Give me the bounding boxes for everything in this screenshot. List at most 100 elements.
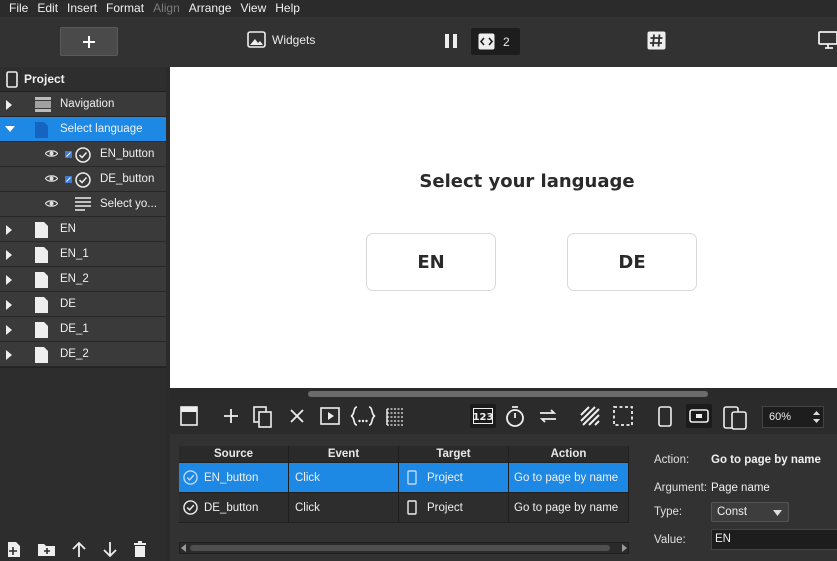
events-horizontal-scrollbar[interactable] [179,542,629,554]
tree-item-en[interactable]: EN [0,217,166,242]
event-source-label: DE_button [204,501,259,514]
canvas-de-button[interactable]: DE [567,233,697,291]
column-header-event[interactable]: Event [289,446,399,462]
tree-item-label: EN_button [100,148,155,160]
argument-value: Page name [711,482,770,494]
button-check-icon [183,500,198,515]
play-box-icon[interactable] [320,406,340,426]
tree-item-de[interactable]: DE [0,292,166,317]
tree-item-label: EN [60,223,76,235]
scrollbar-thumb[interactable] [190,545,610,551]
tree-item-label: DE_2 [60,348,89,360]
monitor-icon [818,31,837,49]
menu-arrange[interactable]: Arrange [185,0,237,17]
event-properties: Action: Go to page by name Argument: Pag… [654,434,837,561]
menu-bar: File Edit Insert Format Align Arrange Vi… [0,0,837,17]
tree-item-en-button[interactable]: EN_button [0,142,166,167]
swap-icon[interactable] [538,406,558,426]
expand-arrow-icon[interactable] [5,225,13,235]
widgets-button[interactable]: Widgets [247,31,315,48]
spinner-arrows-icon[interactable] [812,409,821,425]
numbers-123-icon: 123 [473,408,493,424]
tree-item-select-language[interactable]: Select language [0,117,166,142]
move-up-icon[interactable] [71,541,87,558]
plus-icon [83,35,95,48]
menu-help[interactable]: Help [271,0,305,17]
expand-arrow-icon[interactable] [5,300,13,310]
tree-item-de-1[interactable]: DE_1 [0,317,166,342]
tree-item-de-2[interactable]: DE_2 [0,342,166,367]
pause-button[interactable] [444,33,458,49]
braces-icon[interactable] [350,406,376,426]
scroll-right-icon[interactable] [621,544,627,552]
tree-item-select-text[interactable]: Select yo... [0,192,166,217]
page-icon [35,322,48,338]
tree-item-en-1[interactable]: EN_1 [0,242,166,267]
expand-arrow-icon[interactable] [5,325,13,335]
events-table-header: Source Event Target Action [179,446,629,463]
menu-view[interactable]: View [236,0,271,17]
hatch-pattern-icon[interactable] [580,406,600,426]
add-folder-icon[interactable] [37,541,56,558]
button-check-icon [75,172,91,188]
menu-edit[interactable]: Edit [33,0,63,17]
landscape-button[interactable] [686,404,712,428]
move-down-icon[interactable] [102,541,118,558]
menu-file[interactable]: File [0,0,33,17]
type-select[interactable]: Const [711,502,789,522]
events-table: Source Event Target Action EN_button Cli… [179,446,629,523]
menu-format[interactable]: Format [102,0,149,17]
page-icon [35,272,48,288]
column-header-source[interactable]: Source [179,446,289,462]
collapse-arrow-icon[interactable] [5,125,15,133]
link-icon [65,176,72,183]
table-icon[interactable] [385,406,405,426]
tree-root-project[interactable]: Project [0,67,166,92]
action-label: Action: [654,454,690,466]
link-icon [65,151,72,158]
expand-arrow-icon[interactable] [5,275,13,285]
canvas-title-text[interactable]: Select your language [170,171,837,192]
column-header-target[interactable]: Target [399,446,509,462]
delete-x-icon[interactable] [288,406,306,426]
menu-align: Align [153,1,180,15]
monitor-button[interactable] [818,31,837,49]
zoom-field[interactable]: 60% [762,406,824,428]
tree-item-de-button[interactable]: DE_button [0,167,166,192]
event-row[interactable]: DE_button Click Project Go to page by na… [179,493,629,523]
numeric-button[interactable]: 123 [470,404,496,428]
tree-item-label: Navigation [60,98,115,110]
scrollbar-thumb[interactable] [308,391,708,397]
timer-icon[interactable] [505,406,525,428]
column-header-action[interactable]: Action [509,446,629,462]
add-page-icon[interactable] [5,541,22,558]
tree-item-label: Select language [60,123,143,135]
event-row[interactable]: EN_button Click Project Go to page by na… [179,463,629,493]
page-layout-icon[interactable] [180,406,198,426]
value-input[interactable]: EN [711,529,837,550]
hashtag-button[interactable] [647,31,666,50]
expand-arrow-icon[interactable] [5,100,13,110]
tree-item-en-2[interactable]: EN_2 [0,267,166,292]
code-button[interactable]: 2 [471,28,520,55]
add-event-icon[interactable] [222,406,240,426]
tree-item-navigation[interactable]: Navigation [0,92,166,117]
phone-portrait-icon[interactable] [658,406,672,428]
trash-icon[interactable] [133,540,147,558]
page-preview[interactable]: Select your language EN DE [170,67,837,388]
visibility-eye-icon[interactable] [45,174,58,183]
copy-icon[interactable] [253,406,273,428]
menu-insert[interactable]: Insert [63,0,102,17]
visibility-eye-icon[interactable] [45,149,58,158]
hashtag-icon [647,31,666,50]
visibility-eye-icon[interactable] [45,199,58,208]
add-button[interactable] [60,27,118,56]
expand-arrow-icon[interactable] [5,250,13,260]
selection-dashed-icon[interactable] [613,406,633,426]
text-icon [75,197,91,211]
canvas-horizontal-scrollbar[interactable] [170,388,837,400]
devices-icon[interactable] [722,406,748,430]
scroll-left-icon[interactable] [181,544,187,552]
canvas-en-button[interactable]: EN [366,233,496,291]
expand-arrow-icon[interactable] [5,350,13,360]
